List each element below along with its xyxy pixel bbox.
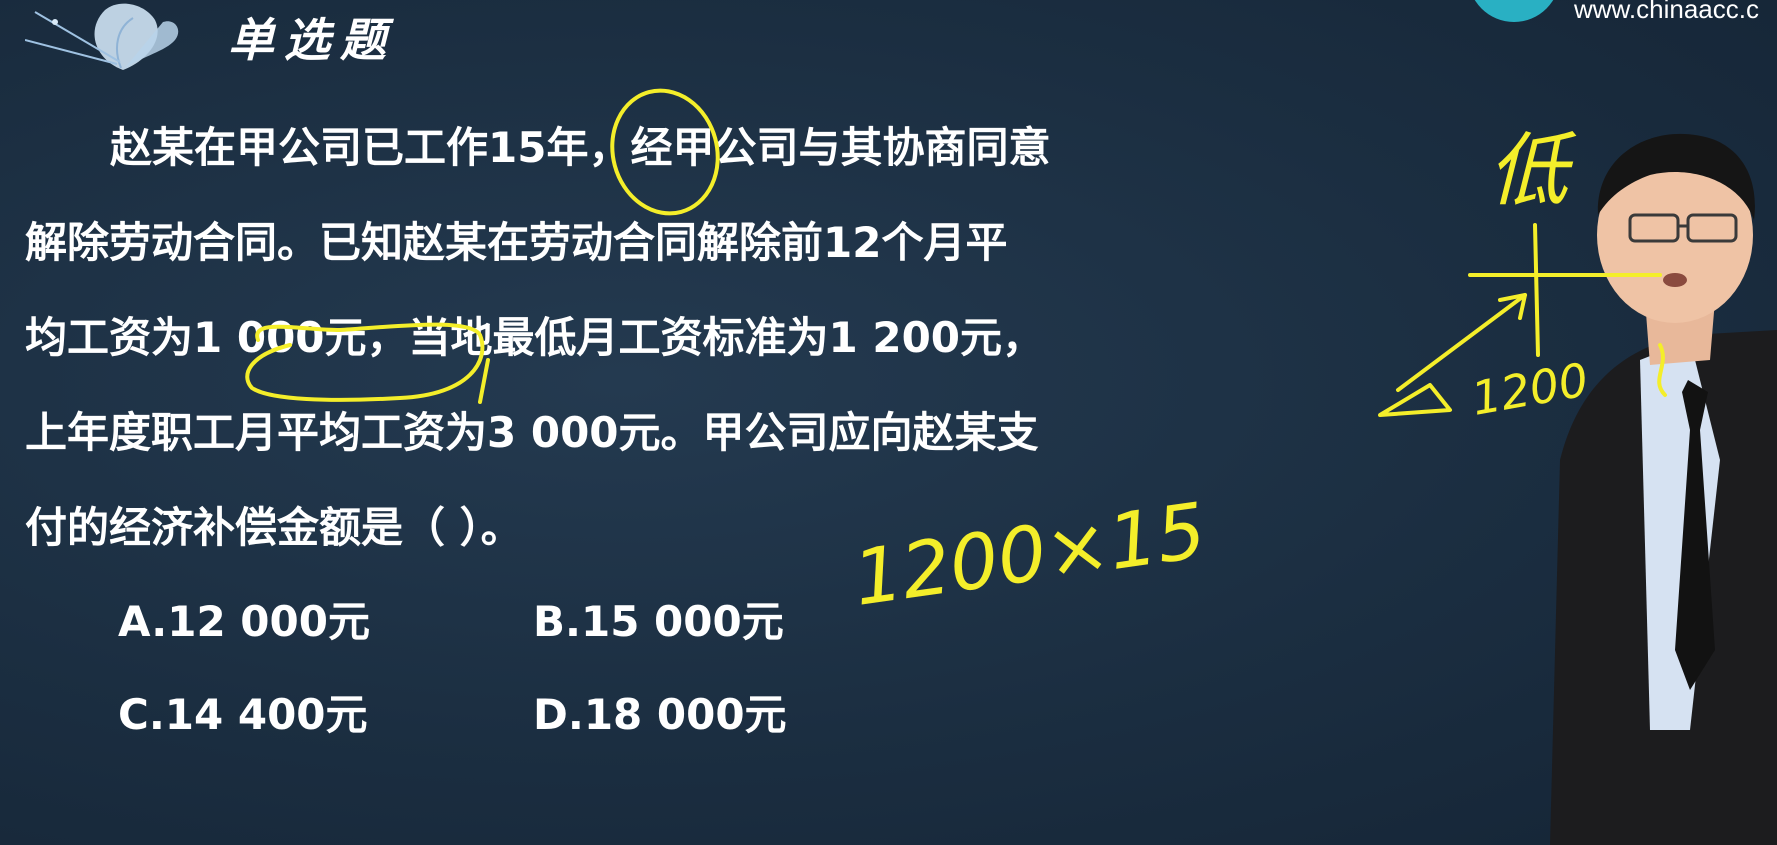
option-d[interactable]: D.18 000元	[533, 685, 787, 745]
option-c[interactable]: C.14 400元	[118, 685, 368, 745]
site-watermark: www.chinaacc.c	[1574, 0, 1759, 24]
question-line-2: 解除劳动合同。已知赵某在劳动合同解除前12个月平	[25, 218, 1008, 267]
question-line-4: 上年度职工月平均工资为3 000元。甲公司应向赵某支	[25, 408, 1039, 457]
question-line-3: 均工资为1 000元，当地最低月工资标准为1 200元，	[25, 313, 1045, 362]
section-title: 单选题	[228, 13, 396, 67]
option-a[interactable]: A.12 000元	[118, 592, 370, 652]
butterfly-icon	[25, 3, 179, 71]
option-b[interactable]: B.15 000元	[533, 592, 784, 652]
question-line-1: 赵某在甲公司已工作15年，经甲公司与其协商同意	[110, 123, 1051, 172]
presenter-figure	[1550, 133, 1777, 845]
question-line-5: 付的经济补偿金额是（ ）。	[25, 503, 523, 552]
